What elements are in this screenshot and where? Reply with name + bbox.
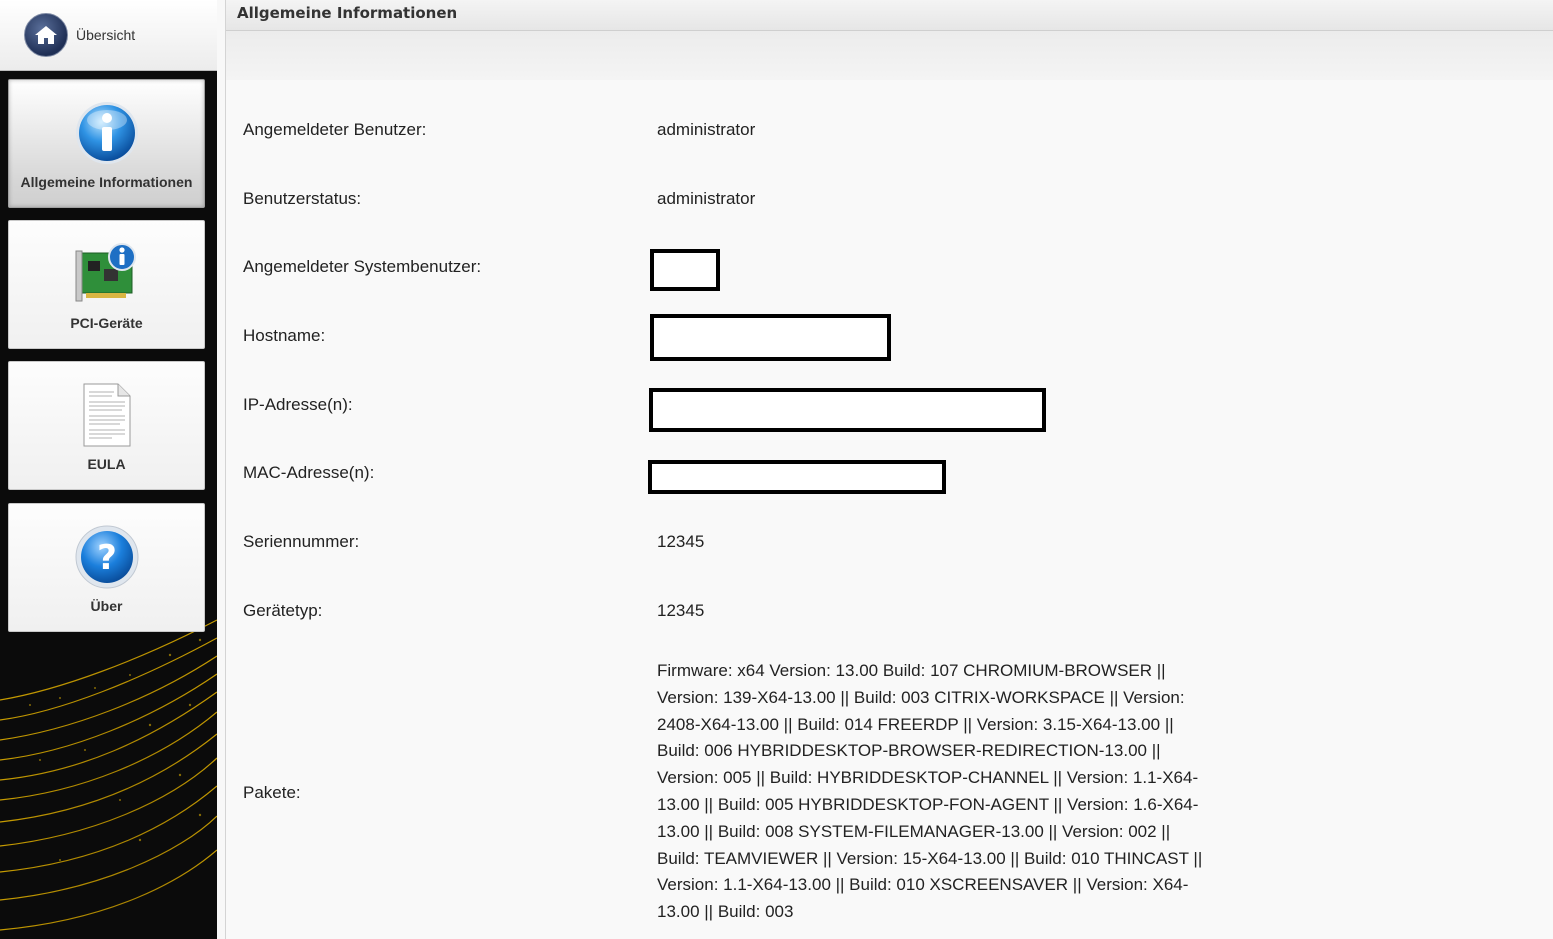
label-logged-in-user: Angemeldeter Benutzer: — [243, 120, 427, 139]
pci-card-icon — [72, 239, 142, 309]
home-label: Übersicht — [76, 27, 136, 43]
label-user-status: Benutzerstatus: — [243, 189, 362, 208]
info-icon — [72, 98, 142, 168]
label-packages: Pakete: — [243, 783, 301, 802]
header-band — [226, 31, 1553, 80]
redacted-system-user — [650, 249, 720, 291]
nav-tile-pci-devices[interactable]: PCI-Geräte — [8, 220, 205, 349]
value-user-status: administrator — [657, 189, 756, 208]
tile-label-general-info: Allgemeine Informationen — [20, 174, 193, 190]
redacted-ip-address — [649, 388, 1046, 432]
label-serial-number: Seriennummer: — [243, 532, 360, 551]
value-logged-in-user: administrator — [657, 120, 756, 139]
tile-label-eula: EULA — [87, 456, 126, 472]
nav-tile-eula[interactable]: EULA — [8, 361, 205, 490]
home-overview-link[interactable]: Übersicht — [0, 0, 217, 71]
label-mac-address: MAC-Adresse(n): — [243, 463, 375, 482]
redacted-mac-address — [648, 460, 946, 494]
value-packages: Firmware: x64 Version: 13.00 Build: 107 … — [657, 661, 1203, 922]
value-device-type: 12345 — [657, 601, 705, 620]
svg-text:?: ? — [97, 538, 117, 578]
main-content: Allgemeine Informationen Angemeldeter Be… — [225, 0, 1553, 939]
label-hostname: Hostname: — [243, 326, 326, 345]
nav-tile-about[interactable]: ? Über — [8, 503, 205, 632]
tile-label-about: Über — [90, 598, 123, 614]
label-system-user: Angemeldeter Systembenutzer: — [243, 257, 482, 276]
label-ip-address: IP-Adresse(n): — [243, 395, 353, 414]
tile-label-pci-devices: PCI-Geräte — [70, 315, 143, 331]
redacted-hostname — [650, 314, 891, 361]
sidebar: Übersicht Allgemeine Informationen PCI-G… — [0, 0, 217, 939]
nav-tile-general-info[interactable]: Allgemeine Informationen — [8, 79, 205, 208]
help-icon: ? — [72, 522, 142, 592]
value-serial-number: 12345 — [657, 532, 705, 551]
label-device-type: Gerätetyp: — [243, 601, 323, 620]
home-icon — [24, 13, 68, 57]
page-title: Allgemeine Informationen — [226, 0, 1553, 31]
document-icon — [72, 380, 142, 450]
